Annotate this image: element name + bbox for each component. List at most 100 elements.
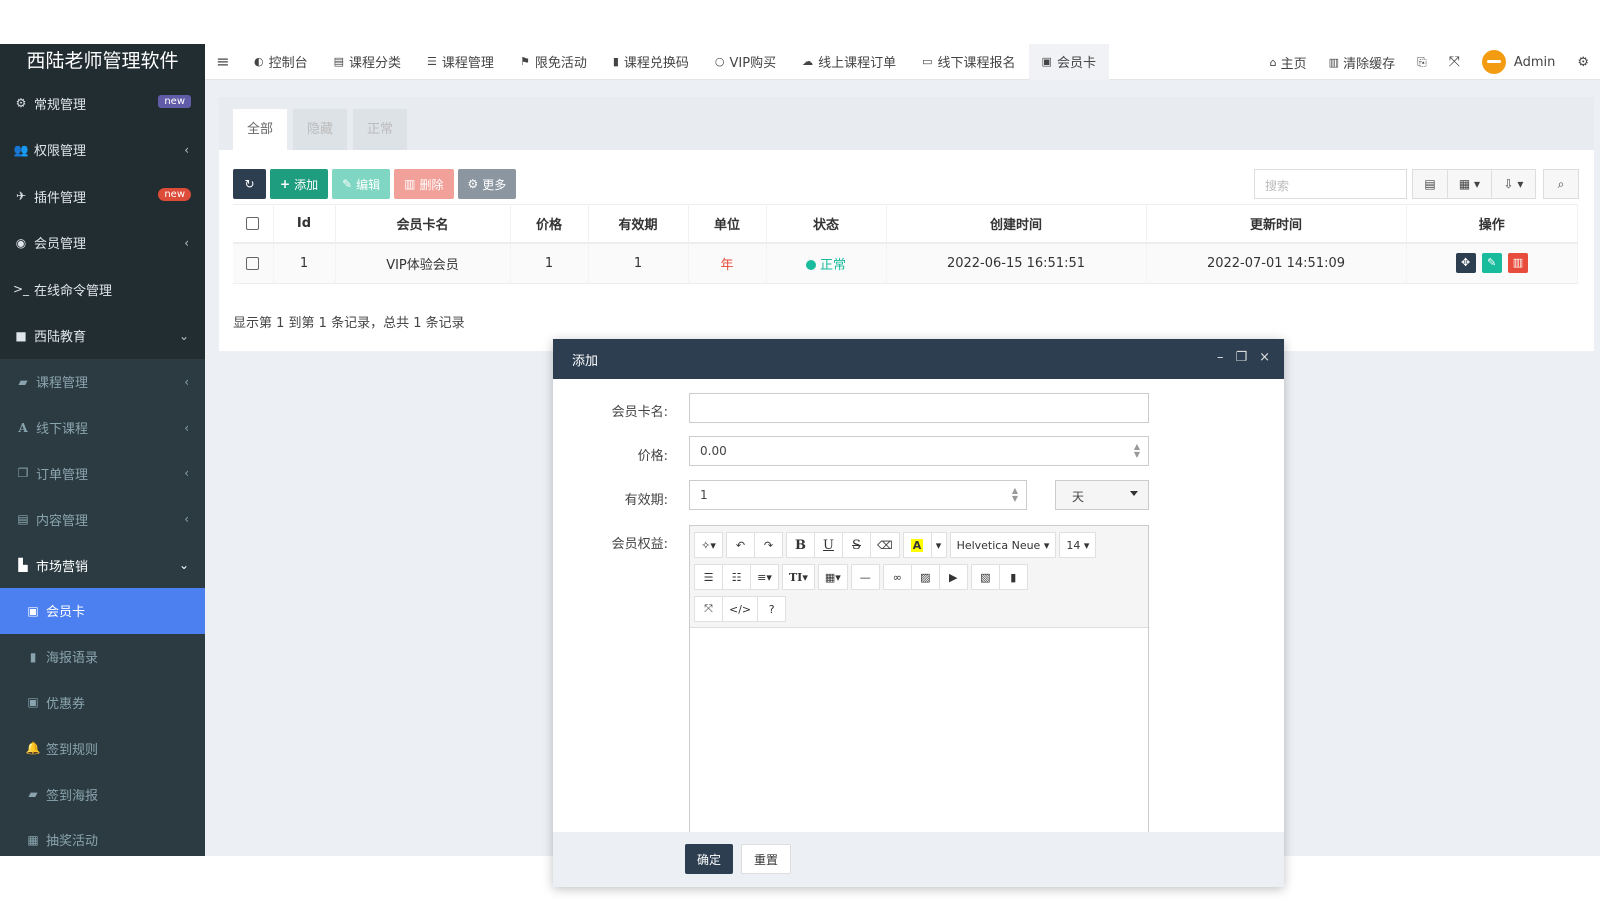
unit-select[interactable]: 天 — [1055, 480, 1149, 510]
tab-member-card[interactable]: ▣ 会员卡 — [1028, 43, 1109, 80]
tab-all[interactable]: 全部 — [233, 109, 288, 150]
columns-button[interactable]: ▦ ▾ — [1447, 169, 1492, 199]
image-button[interactable]: ▨ — [910, 564, 940, 590]
tab-online-orders[interactable]: ☁ 线上课程订单 — [789, 44, 909, 80]
edit-button[interactable]: ✎ 编辑 — [332, 169, 391, 199]
sidebar-item-checkin-poster[interactable]: ▰ 签到海报 — [0, 771, 205, 817]
help-button[interactable]: ? — [757, 596, 787, 622]
user-menu[interactable]: Admin — [1471, 50, 1566, 74]
language-toggle-icon[interactable]: ⎘ — [1406, 55, 1438, 70]
tab-dashboard[interactable]: ◐ 控制台 — [241, 44, 321, 80]
table-button[interactable]: ▦▾ — [817, 564, 848, 590]
more-button[interactable]: ⚙ 更多 — [457, 169, 517, 199]
fullscreen-button[interactable]: ⤧ — [694, 596, 723, 622]
table-row[interactable]: 1 VIP体验会员 1 1 年 正常 2022-06-15 16:51:51 2… — [233, 242, 1578, 284]
row-delete-button[interactable]: ▥ — [1507, 253, 1528, 274]
confirm-button[interactable]: 确定 — [685, 844, 734, 874]
sidebar-item-plugins[interactable]: ✈ 插件管理 new — [0, 173, 205, 220]
tab-vip-purchase[interactable]: ○ VIP购买 — [702, 44, 789, 80]
sidebar-item-xilu-education[interactable]: ■ 西陆教育 ⌄ — [0, 313, 205, 360]
redo-button[interactable]: ↷ — [754, 532, 783, 558]
delete-button[interactable]: ▥ 删除 — [394, 169, 454, 199]
col-name[interactable]: 会员卡名 — [335, 204, 511, 244]
sidebar-item-command[interactable]: >_ 在线命令管理 — [0, 266, 205, 313]
undo-button[interactable]: ↶ — [726, 532, 755, 558]
tab-offline-signup[interactable]: ▭ 线下课程报名 — [909, 44, 1028, 80]
tab-hidden[interactable]: 隐藏 — [293, 109, 348, 150]
fullscreen-icon[interactable]: ⤧ — [1438, 54, 1471, 70]
maximize-icon[interactable]: ❐ — [1235, 350, 1247, 365]
add-button[interactable]: + 添加 — [270, 169, 329, 199]
row-checkbox[interactable] — [246, 256, 260, 270]
sidebar-item-lottery[interactable]: ▦ 抽奖活动 — [0, 817, 205, 856]
sidebar-item-permission[interactable]: 👥 权限管理 ‹ — [0, 127, 205, 174]
stepper-icon[interactable]: ▲ ▼ — [1134, 443, 1140, 459]
bullet-list-button[interactable]: ☰ — [694, 564, 723, 590]
font-family-select[interactable]: Helvetica Neue ▾ — [949, 532, 1057, 558]
minimize-icon[interactable]: – — [1217, 350, 1224, 365]
horizontal-rule-button[interactable]: — — [850, 564, 880, 590]
highlight-button[interactable]: A — [902, 532, 932, 558]
bold-button[interactable]: B — [786, 532, 815, 558]
highlight-dropdown[interactable]: ▾ — [930, 532, 947, 558]
line-height-button[interactable]: TI▾ — [782, 564, 815, 590]
validity-field[interactable]: 1 ▲ ▼ — [689, 480, 1027, 510]
code-view-button[interactable]: </> — [722, 596, 759, 622]
settings-icon[interactable]: ⚙ — [1566, 55, 1600, 70]
col-validity[interactable]: 有效期 — [588, 204, 689, 244]
sidebar-item-offline-course[interactable]: A 线下课程 ‹ — [0, 405, 205, 451]
align-button[interactable]: ≡▾ — [750, 564, 779, 590]
sidebar-item-orders[interactable]: ❐ 订单管理 ‹ — [0, 451, 205, 497]
sidebar-item-course-manage[interactable]: ▰ 课程管理 ‹ — [0, 359, 205, 405]
underline-button[interactable]: U — [814, 532, 843, 558]
select-all-checkbox[interactable] — [246, 216, 260, 230]
dialog-title-bar[interactable]: 添加 – ❐ × — [553, 339, 1284, 379]
search-input[interactable]: 搜索 — [1254, 169, 1407, 199]
clear-cache-link[interactable]: ▥ 清除缓存 — [1318, 53, 1406, 72]
row-edit-button[interactable]: ✎ — [1481, 253, 1502, 274]
font-size-select[interactable]: 14 ▾ — [1059, 532, 1097, 558]
sidebar-item-content[interactable]: ▤ 内容管理 ‹ — [0, 496, 205, 542]
col-price[interactable]: 价格 — [510, 204, 589, 244]
video-button[interactable]: ▶ — [938, 564, 968, 590]
editor-content-area[interactable] — [690, 628, 1148, 838]
magic-style-button[interactable]: ✧▾ — [694, 532, 723, 558]
reset-button[interactable]: 重置 — [741, 844, 792, 874]
strikethrough-button[interactable]: S — [842, 532, 871, 558]
stepper-icon[interactable]: ▲ ▼ — [1012, 487, 1018, 503]
col-created[interactable]: 创建时间 — [886, 204, 1147, 244]
col-unit[interactable]: 单位 — [688, 204, 767, 244]
sidebar-item-checkin-rules[interactable]: 🔔 签到规则 — [0, 725, 205, 771]
drag-button[interactable]: ✥ — [1455, 253, 1476, 274]
sidebar-item-coupons[interactable]: ▣ 优惠券 — [0, 680, 205, 726]
upload-image-button[interactable]: ▧ — [970, 564, 1000, 590]
col-updated[interactable]: 更新时间 — [1146, 204, 1407, 244]
col-id[interactable]: Id — [273, 204, 336, 244]
toggle-view-button[interactable]: ▤ — [1412, 169, 1448, 199]
upload-file-button[interactable]: ▮ — [998, 564, 1028, 590]
name-field[interactable] — [689, 393, 1149, 423]
tab-course-manage[interactable]: ☰ 课程管理 — [414, 44, 507, 80]
close-icon[interactable]: × — [1259, 350, 1270, 365]
price-field[interactable]: 0.00 ▲ ▼ — [689, 436, 1149, 466]
tab-normal[interactable]: 正常 — [353, 109, 408, 150]
clear-format-button[interactable]: ⌫ — [870, 532, 900, 558]
sidebar-item-general[interactable]: ⚙ 常规管理 new — [0, 80, 205, 127]
status-badge[interactable]: 正常 — [806, 258, 846, 273]
tab-free-activity[interactable]: ⚑ 限免活动 — [507, 44, 600, 80]
home-link[interactable]: ⌂ 主页 — [1259, 53, 1318, 72]
menu-toggle-icon[interactable]: ≡ — [205, 52, 241, 71]
sidebar-item-members[interactable]: ◉ 会员管理 ‹ — [0, 220, 205, 267]
sidebar-item-member-card[interactable]: ▣ 会员卡 — [0, 587, 205, 634]
sidebar-item-marketing[interactable]: ▙ 市场营销 ⌄ — [0, 542, 205, 588]
ordered-list-button[interactable]: ☷ — [722, 564, 751, 590]
sidebar-item-poster-quotes[interactable]: ▮ 海报语录 — [0, 634, 205, 680]
refresh-button[interactable]: ↻ — [233, 169, 266, 199]
col-status[interactable]: 状态 — [766, 204, 887, 244]
tab-course-category[interactable]: ▤ 课程分类 — [321, 44, 414, 80]
link-button[interactable]: ∞ — [882, 564, 912, 590]
app-logo[interactable]: 西陆老师管理软件 — [0, 44, 205, 80]
search-button[interactable]: ⌕ — [1543, 169, 1579, 199]
export-button[interactable]: ⇩ ▾ — [1491, 169, 1536, 199]
tab-redeem-code[interactable]: ▮ 课程兑换码 — [600, 44, 702, 80]
